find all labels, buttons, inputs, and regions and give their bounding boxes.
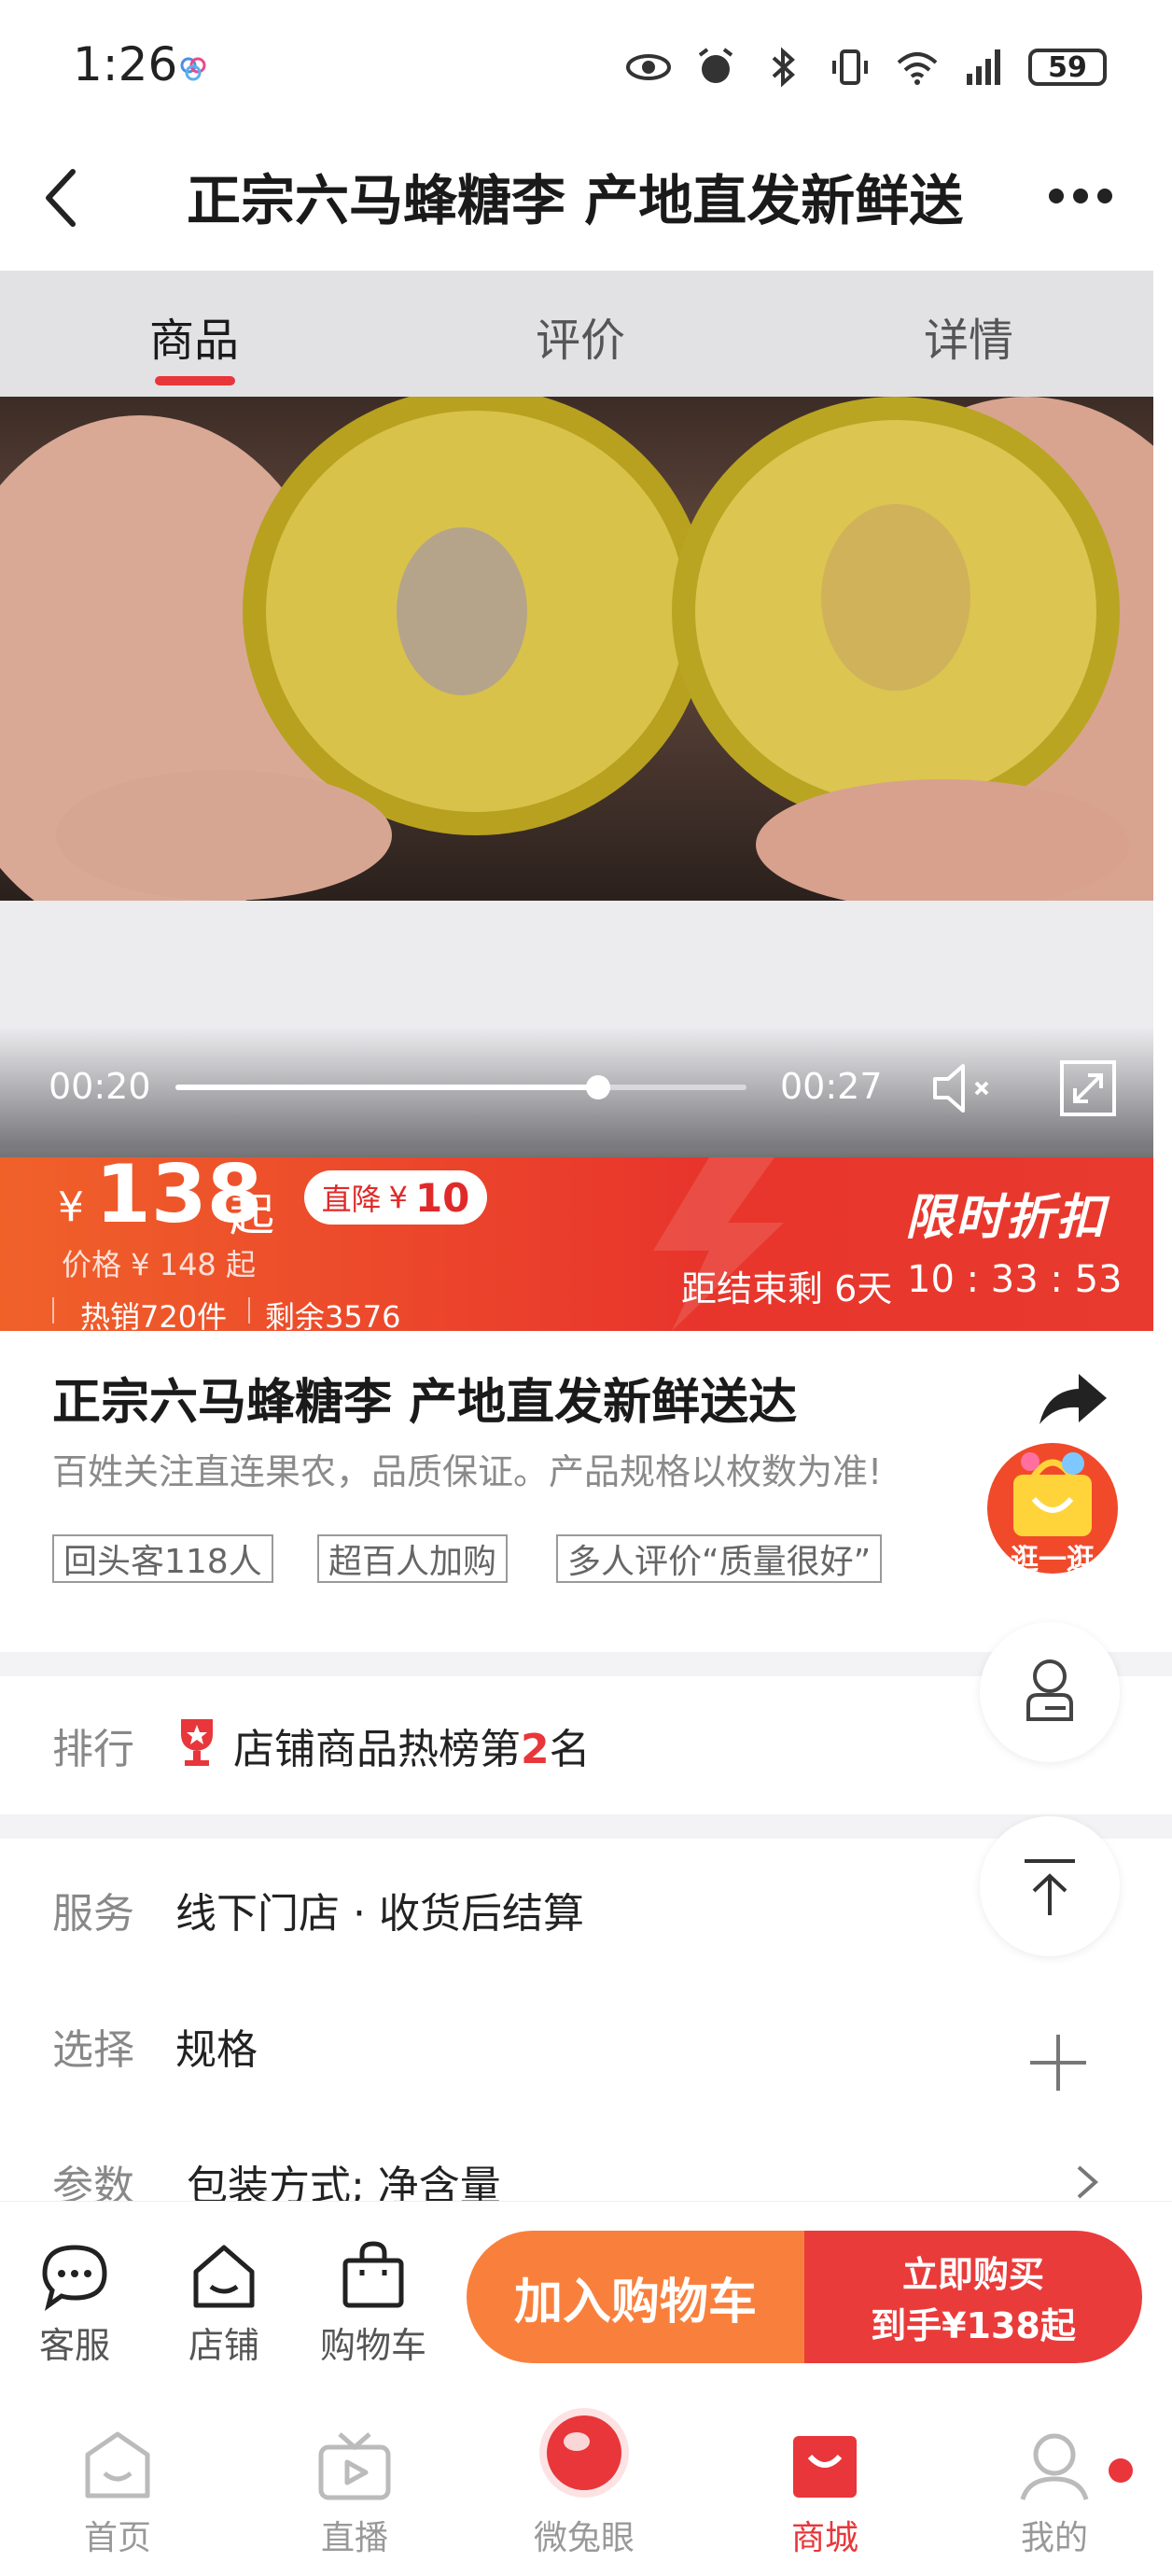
original-price: 价格 ¥ 148 起 — [62, 1247, 256, 1282]
chat-bubble-icon[interactable] — [37, 2240, 112, 2315]
mute-icon[interactable] — [929, 1058, 1004, 1118]
price-drop-badge: 直降 ¥ 10 — [304, 1170, 487, 1225]
store-action-label[interactable]: 店铺 — [168, 2317, 280, 2368]
more-options-icon[interactable] — [1043, 177, 1118, 215]
service-label: 服务 — [52, 1890, 134, 1938]
tab-mine[interactable]: 我的 — [989, 2511, 1120, 2559]
share-icon[interactable] — [1034, 1368, 1110, 1430]
buy-now-button[interactable]: 立即购买 到手¥138起 — [804, 2231, 1142, 2363]
rank-suffix: 名 — [549, 1726, 591, 1773]
signal-icon — [967, 49, 1000, 85]
person-icon[interactable] — [1015, 2427, 1094, 2505]
eye-icon — [626, 54, 671, 80]
sales-divider — [52, 1297, 54, 1323]
active-tab-indicator — [155, 376, 235, 385]
app-notification-icon — [180, 57, 206, 81]
select-value[interactable]: 规格 — [175, 2016, 258, 2076]
status-time: 1:26 — [73, 37, 178, 91]
vibrate-icon — [832, 49, 868, 85]
service-value[interactable]: 线下门店 · 收货后结算 — [175, 1880, 584, 1939]
price-drop-label: 直降 — [321, 1182, 382, 1217]
person-outline-icon — [1026, 1659, 1073, 1721]
buy-now-label: 立即购买 — [901, 2254, 1044, 2295]
select-label: 选择 — [52, 2026, 134, 2074]
trophy-icon — [181, 1719, 213, 1766]
browse-promo-label: 逛一逛 — [1011, 1544, 1095, 1576]
customer-profile-float-button[interactable] — [980, 1622, 1120, 1762]
cart-action-label[interactable]: 购物车 — [317, 2317, 429, 2368]
tab-home[interactable]: 首页 — [52, 2511, 183, 2559]
video-total-time: 00:27 — [780, 1066, 883, 1107]
red-orb-icon[interactable] — [536, 2404, 633, 2501]
add-to-cart-button[interactable]: 加入购物车 — [467, 2231, 804, 2363]
tab-mall[interactable]: 商城 — [760, 2511, 890, 2559]
tag-added-to-cart: 超百人加购 — [317, 1534, 509, 1583]
product-video-frame[interactable] — [0, 397, 1153, 901]
plus-icon[interactable] — [1025, 2029, 1092, 2096]
status-icons: 59 — [625, 39, 1107, 95]
home-face-icon[interactable] — [78, 2427, 157, 2505]
video-progress-fill — [175, 1085, 598, 1090]
notification-badge — [1109, 2458, 1133, 2483]
back-to-top-button[interactable] — [980, 1816, 1120, 1956]
price-drop-amount: 10 — [414, 1174, 470, 1221]
arrow-up-to-top-icon — [1025, 1859, 1075, 1915]
remain-divider — [248, 1297, 250, 1323]
browse-promo-button[interactable]: 逛一逛 — [980, 1432, 1125, 1577]
fullscreen-icon[interactable] — [1058, 1058, 1118, 1118]
wifi-icon — [897, 52, 938, 85]
shopping-bag-icon[interactable] — [786, 2423, 864, 2501]
service-action-label[interactable]: 客服 — [19, 2317, 131, 2368]
sales-count: 热销720件 — [80, 1299, 228, 1335]
cart-bag-icon[interactable] — [336, 2238, 411, 2313]
alarm-icon — [698, 48, 733, 83]
video-current-time: 00:20 — [49, 1066, 151, 1107]
remaining-stock: 剩余3576 — [265, 1299, 401, 1335]
rank-prefix: 店铺商品热榜第 — [233, 1726, 521, 1773]
tag-repeat-customers: 回头客118人 — [52, 1534, 273, 1583]
tv-play-icon[interactable] — [315, 2427, 394, 2505]
product-subtitle: 百姓关注直连果农，品质保证。产品规格以枚数为准! — [52, 1451, 883, 1492]
store-icon[interactable] — [187, 2240, 261, 2315]
tab-live[interactable]: 直播 — [289, 2511, 420, 2559]
countdown-label: 距结束剩 6天 — [681, 1268, 893, 1309]
battery-indicator: 59 — [1028, 49, 1107, 86]
chevron-right-icon[interactable] — [1073, 2162, 1101, 2203]
video-progress-knob[interactable] — [585, 1075, 610, 1099]
countdown-timer: 10 : 33 : 53 — [907, 1258, 1123, 1301]
price-currency: ¥ — [58, 1183, 84, 1231]
buy-now-price: 到手¥138起 — [871, 2305, 1076, 2346]
rank-label: 排行 — [52, 1726, 134, 1773]
tab-weituyan[interactable]: 微兔眼 — [519, 2511, 649, 2559]
rank-text[interactable]: 店铺商品热榜第2名 — [233, 1715, 591, 1775]
tag-quality-reviews: 多人评价“质量很好” — [556, 1534, 883, 1583]
rank-number: 2 — [521, 1726, 550, 1773]
bluetooth-icon — [772, 47, 795, 88]
back-arrow-icon[interactable] — [37, 161, 84, 235]
page-title: 正宗六马蜂糖李 产地直发新鲜送 — [187, 169, 964, 232]
tab-details[interactable]: 详情 — [924, 303, 1013, 369]
tab-product[interactable]: 商品 — [149, 303, 239, 369]
plum-halves-image — [0, 397, 1153, 901]
tab-reviews[interactable]: 评价 — [536, 303, 625, 369]
flash-sale-title: 限时折扣 — [905, 1190, 1108, 1246]
price-suffix: 起 — [230, 1189, 275, 1241]
price-drop-currency: ¥ — [388, 1180, 408, 1215]
product-title: 正宗六马蜂糖李 产地直发新鲜送达 — [52, 1375, 798, 1431]
